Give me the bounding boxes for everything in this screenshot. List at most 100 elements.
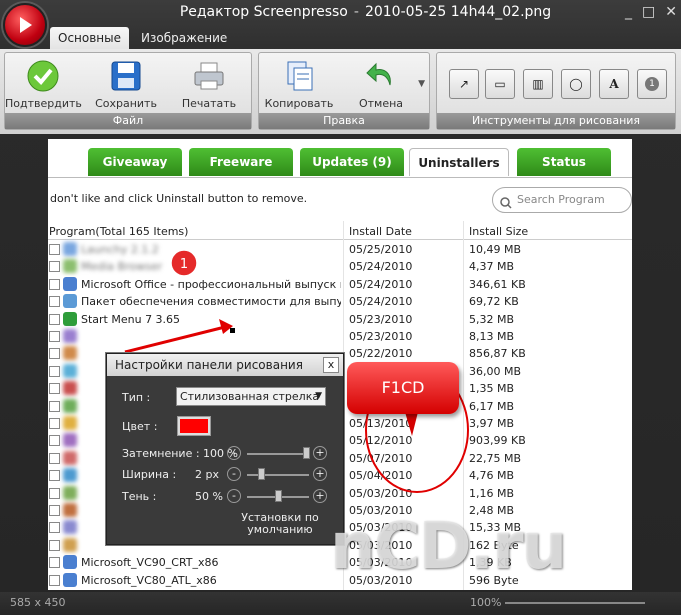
confirm-label: Подтвердить [5,97,82,110]
row-install-size: 8,13 MB [469,330,515,343]
program-icon [63,503,77,517]
row-install-date: 05/25/2010 [349,243,413,256]
shadow-minus-button[interactable]: - [227,489,241,503]
row-install-size: 36,00 MB [469,364,522,378]
program-icon [63,537,77,552]
ellipse-tool-icon[interactable]: ◯ [561,69,591,99]
editor-window: Редактор Screenpresso - 2010-05-25 14h44_0… [0,0,681,615]
row-install-size: 1,35 MB [469,382,515,396]
tab-updates: Updates (9) [300,148,404,176]
row-install-date: 05/07/2010 [349,451,413,465]
tab-image[interactable]: Изображение [133,27,235,49]
copy-icon [282,59,316,93]
image-size: 585 x 450 [10,596,66,609]
window-controls: _ □ ✕ [625,4,677,20]
undo-icon [364,59,398,93]
row-checkbox [49,278,60,290]
confirm-button[interactable]: Подтвердить [5,59,82,110]
reset-defaults-link[interactable]: Установки по умолчанию [235,512,325,536]
program-icon [63,329,77,343]
shadow-thumb[interactable] [275,490,282,502]
table-row: Media Browser 05/24/2010 4,37 MB [48,258,632,275]
row-install-size: 3,97 MB [469,417,515,430]
captured-tabs: Giveaway Freeware Updates (9) Uninstalle… [48,139,632,177]
dialog-title: Настройки панели рисования [115,358,303,372]
table-row: 05/23/2010 8,13 MB [48,328,632,345]
screenpresso-logo[interactable] [3,3,47,47]
title-bar: Редактор Screenpresso -2010-05-25 14h44_0… [179,4,552,20]
type-label: Тип : [122,391,151,404]
close-button[interactable]: ✕ [665,4,677,20]
program-icon [63,485,77,500]
program-icon [63,259,77,274]
edit-group-label: Правка [259,113,429,129]
tab-freeware: Freeware [189,148,293,176]
width-value: 2 px [195,468,219,481]
column-install-size: Install Size [469,225,529,238]
opacity-slider[interactable]: - + [227,445,337,465]
zoom-level: 100% [470,596,502,609]
callout-bubble: F1CD [347,362,459,414]
color-picker[interactable] [177,416,211,436]
opacity-thumb[interactable] [303,447,310,459]
program-icon [63,433,77,448]
row-program-name: Microsoft Office - профессиональный выпу… [81,277,341,291]
color-label: Цвет : [122,420,158,433]
program-icon [63,520,77,535]
row-install-date: 05/12/2010 [349,434,413,448]
shadow-value: 50 % [195,490,223,503]
column-program: Program(Total 165 Items) [49,225,189,238]
width-plus-button[interactable]: + [313,467,327,481]
width-slider[interactable]: - + [227,466,337,486]
type-select[interactable]: Стилизованная стрелка ▼ [176,387,326,406]
program-icon [63,242,77,256]
row-install-date: 05/24/2010 [349,295,413,309]
arrow-tool-icon[interactable]: ↗ [449,69,479,99]
number-tool-icon[interactable]: 1 [637,69,667,99]
row-checkbox [49,296,60,308]
row-program-name: Media Browser [81,260,163,274]
search-icon [500,194,512,218]
row-checkbox [49,452,60,464]
opacity-minus-button[interactable]: - [227,446,241,460]
opacity-track [247,453,309,455]
row-install-size: 22,75 MB [469,451,522,465]
opacity-plus-button[interactable]: + [313,446,327,460]
row-checkbox [49,331,60,342]
width-minus-button[interactable]: - [227,467,241,481]
shadow-slider[interactable]: - + [227,488,337,508]
table-row: Microsoft Office - профессиональный выпу… [48,276,632,293]
row-checkbox [49,383,60,395]
shadow-plus-button[interactable]: + [313,489,327,503]
undo-dropdown-icon[interactable]: ▼ [418,79,425,89]
row-install-size: 69,72 KB [469,295,519,309]
copy-button[interactable]: Копировать [261,59,337,110]
row-checkbox [49,574,60,586]
blur-tool-icon[interactable]: ▥ [523,69,553,99]
row-checkbox [49,557,60,569]
tab-giveaway: Giveaway [88,148,182,176]
width-track [247,474,309,476]
row-program-name: Пакет обеспечения совместимости для выпу… [81,295,341,309]
row-checkbox [49,365,60,377]
tab-uninstallers: Uninstallers [409,148,509,176]
minimize-button[interactable]: _ [625,4,632,20]
text-tool-icon[interactable]: A [599,69,629,99]
site-watermark: nCD.ru [330,510,567,584]
save-button[interactable]: Сохранить [88,59,164,110]
search-placeholder: Search Program [517,193,605,206]
rectangle-tool-icon[interactable]: ▭ [485,69,515,99]
table-row: Start Menu 7 3.65 05/23/2010 5,32 MB [48,311,632,328]
print-button[interactable]: Печатать [171,59,247,110]
copy-label: Копировать [264,97,334,110]
row-checkbox [49,400,60,412]
dialog-close-button[interactable]: x [323,357,339,373]
tab-main[interactable]: Основные [50,27,130,49]
undo-button[interactable]: Отмена [343,59,419,110]
program-icon [63,381,77,396]
zoom-slider[interactable] [505,602,645,604]
width-thumb[interactable] [258,468,266,480]
maximize-button[interactable]: □ [642,4,655,20]
printer-icon [192,59,226,93]
dialog-title-bar: Настройки панели рисования x [107,354,343,376]
